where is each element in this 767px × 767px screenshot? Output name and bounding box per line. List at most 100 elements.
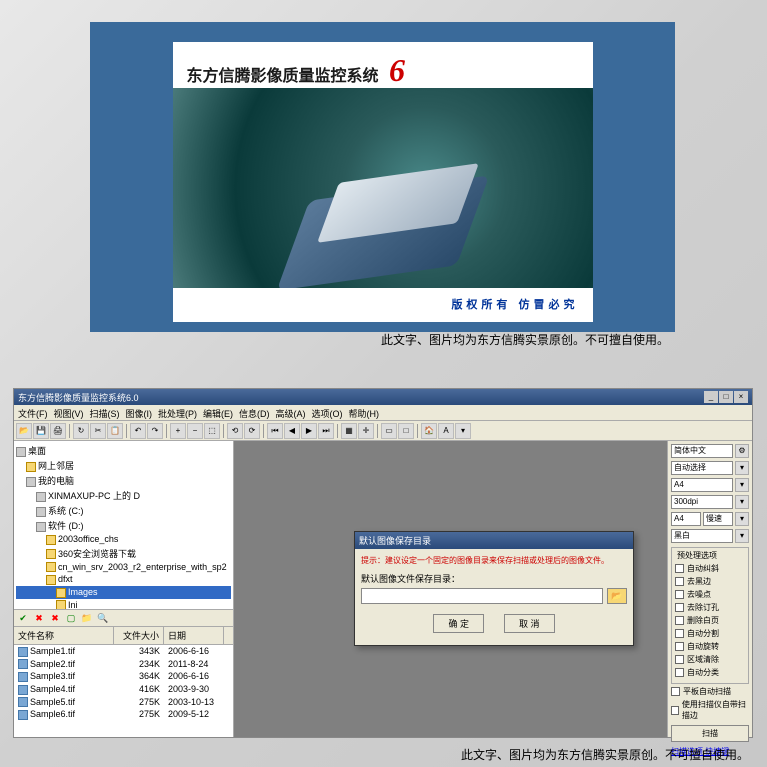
splash-title-text: 东方信腾影像质量监控系统 bbox=[187, 68, 379, 85]
batch-checkbox[interactable] bbox=[671, 706, 679, 715]
checkbox[interactable] bbox=[675, 668, 684, 677]
maximize-button[interactable]: □ bbox=[719, 391, 733, 403]
tool-home-icon[interactable]: 🏠 bbox=[421, 423, 437, 439]
checkbox[interactable] bbox=[675, 590, 684, 599]
check-label: 去黑边 bbox=[687, 576, 711, 587]
menu-edit[interactable]: 编辑(E) bbox=[203, 407, 233, 418]
tool-crosshair-icon[interactable]: ✛ bbox=[358, 423, 374, 439]
check-row: 去除订孔 bbox=[675, 602, 745, 613]
tool-prev-icon[interactable]: ◀ bbox=[284, 423, 300, 439]
tree-item[interactable]: 360安全浏览器下载 bbox=[16, 546, 231, 561]
gear-icon[interactable]: ⚙ bbox=[735, 444, 749, 458]
check-label: 区域清除 bbox=[687, 654, 719, 665]
mini-zoom-icon[interactable]: 🔍 bbox=[96, 611, 110, 625]
menu-info[interactable]: 信息(D) bbox=[239, 407, 270, 418]
tool-rotate-right-icon[interactable]: ⟳ bbox=[244, 423, 260, 439]
col-size[interactable]: 文件大小 bbox=[114, 627, 164, 644]
col-filename[interactable]: 文件名称 bbox=[14, 627, 114, 644]
mini-cancel-icon[interactable]: ✖ bbox=[32, 611, 46, 625]
tree-item[interactable]: XINMAXUP-PC 上的 D bbox=[16, 488, 231, 503]
tree-item[interactable]: dfxt bbox=[16, 573, 231, 586]
menu-scan[interactable]: 扫描(S) bbox=[90, 407, 120, 418]
speed-select[interactable]: 慢速 bbox=[703, 512, 733, 526]
checkbox[interactable] bbox=[675, 577, 684, 586]
dropdown-icon[interactable]: ▾ bbox=[735, 461, 749, 475]
dpi-select[interactable]: 300dpi bbox=[671, 495, 733, 509]
tree-item[interactable]: 系统 (C:) bbox=[16, 503, 231, 518]
tool-save-icon[interactable]: 💾 bbox=[33, 423, 49, 439]
dropdown-icon[interactable]: ▾ bbox=[735, 478, 749, 492]
checkbox[interactable] bbox=[675, 564, 684, 573]
splash-title: 东方信腾影像质量监控系统 6 bbox=[187, 52, 405, 89]
tool-rotate-left-icon[interactable]: ⟲ bbox=[227, 423, 243, 439]
tool-grid-icon[interactable]: ▦ bbox=[341, 423, 357, 439]
tool-rect-icon[interactable]: □ bbox=[398, 423, 414, 439]
file-row[interactable]: Sample3.tif364K2006-6-16 bbox=[14, 670, 233, 683]
file-row[interactable]: Sample4.tif416K2003-9-30 bbox=[14, 683, 233, 696]
tree-item[interactable]: Ini bbox=[16, 599, 231, 610]
ok-button[interactable]: 确 定 bbox=[433, 614, 484, 633]
menu-batch[interactable]: 批处理(P) bbox=[158, 407, 197, 418]
scanner-illustration bbox=[273, 158, 493, 278]
tree-item[interactable]: 软件 (D:) bbox=[16, 518, 231, 533]
cancel-button[interactable]: 取 消 bbox=[504, 614, 555, 633]
file-row[interactable]: Sample6.tif275K2009-5-12 bbox=[14, 708, 233, 721]
menu-file[interactable]: 文件(F) bbox=[18, 407, 48, 418]
image-viewport: 默认图像保存目录 提示：建议设定一个固定的图像目录来保存扫描或处理后的图像文件。… bbox=[234, 441, 667, 737]
mini-delete-icon[interactable]: ✖ bbox=[48, 611, 62, 625]
tool-more-icon[interactable]: ▾ bbox=[455, 423, 471, 439]
file-list[interactable]: 文件名称 文件大小 日期 Sample1.tif343K2006-6-16Sam… bbox=[14, 627, 233, 737]
menu-image[interactable]: 图像(I) bbox=[126, 407, 153, 418]
tree-item[interactable]: Images bbox=[16, 586, 231, 599]
folder-tree[interactable]: 桌面网上邻居我的电脑XINMAXUP-PC 上的 D系统 (C:)软件 (D:)… bbox=[14, 441, 233, 609]
close-button[interactable]: × bbox=[734, 391, 748, 403]
file-row[interactable]: Sample5.tif275K2003-10-13 bbox=[14, 696, 233, 709]
tool-refresh-icon[interactable]: ↻ bbox=[73, 423, 89, 439]
lang-select[interactable]: 简体中文 bbox=[671, 444, 733, 458]
flat-checkbox[interactable] bbox=[671, 687, 680, 696]
checkbox[interactable] bbox=[675, 616, 684, 625]
dropdown-icon[interactable]: ▾ bbox=[735, 512, 749, 526]
tool-next-icon[interactable]: ▶ bbox=[301, 423, 317, 439]
minimize-button[interactable]: _ bbox=[704, 391, 718, 403]
checkbox[interactable] bbox=[675, 603, 684, 612]
size2-select[interactable]: A4 bbox=[671, 512, 701, 526]
tool-fit-icon[interactable]: ⬚ bbox=[204, 423, 220, 439]
menu-view[interactable]: 视图(V) bbox=[54, 407, 84, 418]
color-select[interactable]: 黑白 bbox=[671, 529, 733, 543]
dropdown-icon[interactable]: ▾ bbox=[735, 529, 749, 543]
tool-ocr-icon[interactable]: A bbox=[438, 423, 454, 439]
tool-redo-icon[interactable]: ↷ bbox=[147, 423, 163, 439]
col-date[interactable]: 日期 bbox=[164, 627, 224, 644]
tool-undo-icon[interactable]: ↶ bbox=[130, 423, 146, 439]
browse-button[interactable]: 📂 bbox=[607, 588, 627, 604]
file-row[interactable]: Sample2.tif234K2011-8-24 bbox=[14, 658, 233, 671]
tree-item[interactable]: cn_win_srv_2003_r2_enterprise_with_sp2 bbox=[16, 561, 231, 574]
paper-select[interactable]: A4 bbox=[671, 478, 733, 492]
tool-last-icon[interactable]: ⏭ bbox=[318, 423, 334, 439]
tool-copy-icon[interactable]: 📋 bbox=[107, 423, 123, 439]
scanner-select[interactable]: 自动选择 bbox=[671, 461, 733, 475]
menu-options[interactable]: 选项(O) bbox=[312, 407, 343, 418]
check-label: 去除订孔 bbox=[687, 602, 719, 613]
menu-advanced[interactable]: 高级(A) bbox=[276, 407, 306, 418]
tool-print-icon[interactable]: 🖨 bbox=[50, 423, 66, 439]
mini-box-icon[interactable]: ▢ bbox=[64, 611, 78, 625]
tool-cut-icon[interactable]: ✂ bbox=[90, 423, 106, 439]
tool-zoom-out-icon[interactable]: − bbox=[187, 423, 203, 439]
scan-button[interactable]: 扫描 bbox=[671, 725, 749, 742]
menu-help[interactable]: 帮助(H) bbox=[349, 407, 380, 418]
tool-open-icon[interactable]: 📂 bbox=[16, 423, 32, 439]
tool-first-icon[interactable]: ⏮ bbox=[267, 423, 283, 439]
tool-zoom-in-icon[interactable]: + bbox=[170, 423, 186, 439]
mini-check-icon[interactable]: ✔ bbox=[16, 611, 30, 625]
file-row[interactable]: Sample1.tif343K2006-6-16 bbox=[14, 645, 233, 658]
checkbox[interactable] bbox=[675, 655, 684, 664]
save-dir-input[interactable] bbox=[361, 588, 603, 604]
checkbox[interactable] bbox=[675, 629, 684, 638]
tree-item[interactable]: 2003office_chs bbox=[16, 533, 231, 546]
tool-select-icon[interactable]: ▭ bbox=[381, 423, 397, 439]
checkbox[interactable] bbox=[675, 642, 684, 651]
mini-folder-icon[interactable]: 📁 bbox=[80, 611, 94, 625]
dropdown-icon[interactable]: ▾ bbox=[735, 495, 749, 509]
